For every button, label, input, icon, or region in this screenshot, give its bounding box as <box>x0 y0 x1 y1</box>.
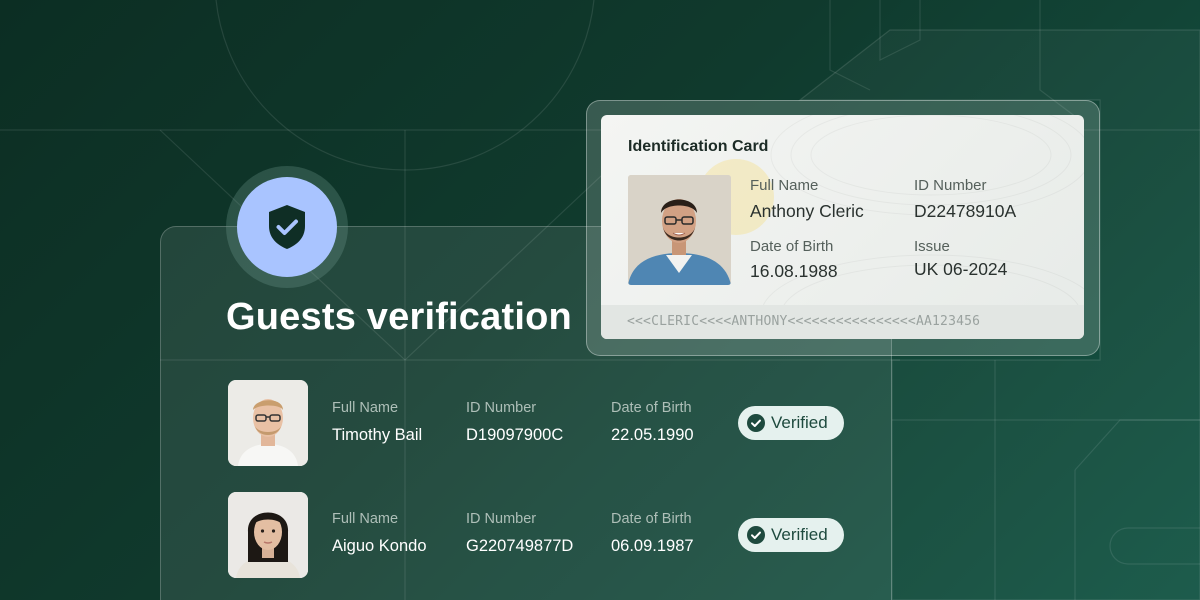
full-name-label: Full Name <box>332 511 399 527</box>
shield-badge <box>226 166 348 288</box>
mrz-strip: <<<CLERIC<<<<ANTHONY<<<<<<<<<<<<<<<<AA12… <box>601 305 1084 339</box>
id-number-value: D19097900C <box>466 426 564 444</box>
check-circle-icon <box>747 414 765 432</box>
verified-badge-label: Verified <box>771 413 828 432</box>
id-card: Identification Card Full Name Anthony Cl… <box>601 115 1084 339</box>
shield-badge-inner <box>237 177 337 277</box>
card-issue-label: Issue <box>914 238 950 255</box>
id-card-title: Identification Card <box>628 138 769 155</box>
dob-label: Date of Birth <box>611 511 692 527</box>
portrait-photo <box>628 175 731 285</box>
check-circle-icon <box>747 526 765 544</box>
card-full-name-value: Anthony Cleric <box>750 201 864 221</box>
avatar-photo <box>228 492 308 578</box>
full-name-value: Aiguo Kondo <box>332 537 427 555</box>
card-id-number-label: ID Number <box>914 177 987 194</box>
dob-label: Date of Birth <box>611 400 692 416</box>
id-number-label: ID Number <box>466 400 537 416</box>
dob-value: 22.05.1990 <box>611 426 694 444</box>
full-name-value: Timothy Bail <box>332 426 423 444</box>
verified-badge: Verified <box>738 406 844 440</box>
card-id-number-value: D22478910A <box>914 201 1017 221</box>
page-title: Guests verification <box>226 296 572 338</box>
card-dob-label: Date of Birth <box>750 238 834 255</box>
id-number-value: G220749877D <box>466 537 574 555</box>
full-name-label: Full Name <box>332 400 399 416</box>
card-issue-value: UK 06-2024 <box>914 259 1008 279</box>
verified-badge: Verified <box>738 518 844 552</box>
guest-avatar <box>228 492 308 578</box>
mrz-line: <<<CLERIC<<<<ANTHONY<<<<<<<<<<<<<<<<AA12… <box>627 314 981 329</box>
id-number-label: ID Number <box>466 511 537 527</box>
avatar-photo <box>228 380 308 466</box>
id-card-photo <box>628 175 731 285</box>
verified-badge-label: Verified <box>771 525 828 544</box>
shield-check-icon <box>269 205 305 249</box>
guest-avatar <box>228 380 308 466</box>
card-full-name-label: Full Name <box>750 177 819 194</box>
dob-value: 06.09.1987 <box>611 537 694 555</box>
card-dob-value: 16.08.1988 <box>750 261 838 281</box>
